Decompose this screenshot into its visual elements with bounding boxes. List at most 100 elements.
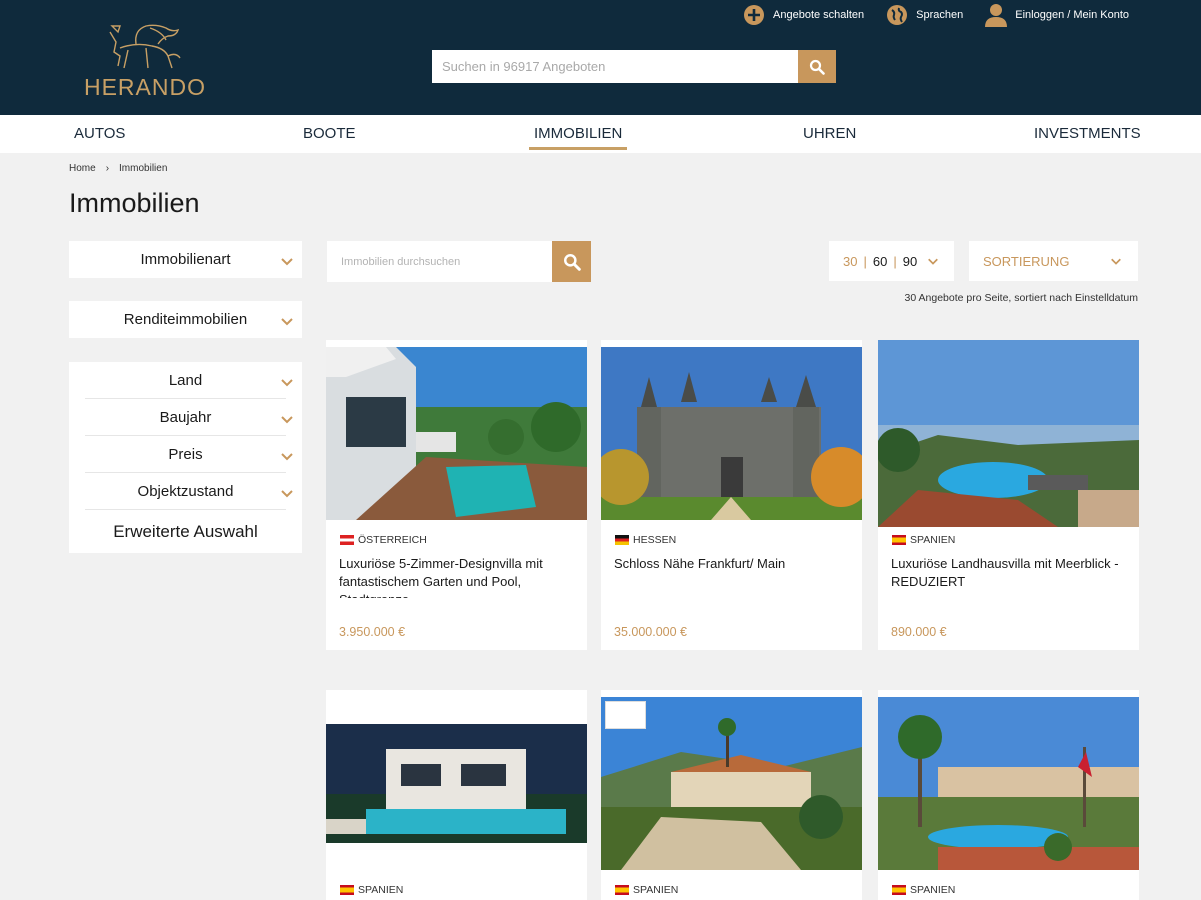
languages-link[interactable]: Sprachen bbox=[886, 4, 963, 26]
offer-listing-link[interactable]: Angebote schalten bbox=[743, 4, 864, 26]
filter-year-built[interactable]: Baujahr bbox=[85, 399, 293, 436]
filter-yield-row[interactable]: Renditeimmobilien bbox=[69, 301, 302, 338]
chevron-down-icon[interactable] bbox=[927, 255, 939, 267]
filter-year-built-label: Baujahr bbox=[159, 408, 212, 426]
nav-uhren[interactable]: UHREN bbox=[803, 125, 856, 142]
listing-title[interactable]: Luxuriöse 5-Zimmer-Designvilla mit fanta… bbox=[339, 555, 574, 598]
languages-label: Sprachen bbox=[916, 9, 964, 21]
listing-country: SPANIEN bbox=[615, 884, 678, 896]
per-page-60[interactable]: 60 bbox=[873, 254, 887, 269]
per-page-selector: 30 | 60 | 90 bbox=[829, 241, 954, 281]
global-search-button[interactable] bbox=[798, 50, 836, 83]
spain-flag-icon bbox=[892, 885, 906, 895]
search-icon bbox=[809, 59, 825, 75]
listing-card[interactable]: SPANIEN Luxuriöse Landhausvilla mit Meer… bbox=[878, 340, 1139, 650]
filter-condition-label: Objektzustand bbox=[137, 482, 234, 500]
chevron-down-icon bbox=[281, 318, 293, 326]
listing-card[interactable]: HESSEN Schloss Nähe Frankfurt/ Main 35.0… bbox=[601, 340, 862, 650]
listing-country-label: SPANIEN bbox=[633, 884, 679, 896]
filter-price[interactable]: Preis bbox=[85, 436, 293, 473]
listing-country-label: SPANIEN bbox=[910, 534, 956, 546]
breadcrumb-separator-icon: › bbox=[105, 163, 110, 174]
breadcrumb: Home › Immobilien bbox=[69, 163, 167, 174]
listing-image[interactable] bbox=[878, 697, 1139, 870]
header: HERANDO Angebote schalten Sprachen Einlo… bbox=[0, 0, 1201, 115]
login-link[interactable]: Einloggen / Mein Konto bbox=[985, 4, 1129, 27]
chevron-down-icon bbox=[281, 490, 293, 498]
listing-image[interactable] bbox=[326, 347, 587, 520]
listing-country: ÖSTERREICH bbox=[340, 534, 427, 546]
nav-investments[interactable]: INVESTMENTS bbox=[1034, 125, 1141, 142]
listing-image[interactable] bbox=[878, 340, 1139, 527]
chevron-down-icon bbox=[1111, 258, 1121, 265]
listing-country-label: SPANIEN bbox=[358, 884, 404, 896]
filter-country[interactable]: Land bbox=[85, 362, 293, 399]
listing-card[interactable]: SPANIEN bbox=[878, 690, 1139, 900]
main-nav: AUTOS BOOTE IMMOBILIEN UHREN INVESTMENTS bbox=[0, 115, 1201, 153]
listing-country: HESSEN bbox=[615, 534, 676, 546]
top-links: Angebote schalten Sprachen Einloggen / M… bbox=[743, 4, 1129, 27]
search-icon bbox=[563, 253, 581, 271]
herando-logo[interactable]: HERANDO bbox=[80, 22, 210, 102]
listing-search bbox=[327, 241, 591, 282]
page-title: Immobilien bbox=[69, 188, 200, 218]
per-page-90[interactable]: 90 bbox=[903, 254, 917, 269]
listing-country: SPANIEN bbox=[892, 884, 955, 896]
listing-price: 35.000.000 € bbox=[614, 625, 687, 639]
chevron-down-icon bbox=[281, 379, 293, 387]
spain-flag-icon bbox=[340, 885, 354, 895]
login-label: Einloggen / Mein Konto bbox=[1015, 9, 1129, 21]
listing-image[interactable] bbox=[326, 724, 587, 843]
per-page-divider: | bbox=[893, 253, 897, 269]
breadcrumb-current: Immobilien bbox=[119, 163, 168, 174]
nav-immobilien[interactable]: IMMOBILIEN bbox=[528, 125, 628, 150]
nav-boote[interactable]: BOOTE bbox=[303, 125, 356, 142]
listing-country-label: ÖSTERREICH bbox=[358, 534, 427, 546]
listing-search-button[interactable] bbox=[552, 241, 591, 282]
filter-price-label: Preis bbox=[168, 445, 203, 463]
filter-yield[interactable]: Renditeimmobilien bbox=[69, 301, 302, 338]
listing-country-label: SPANIEN bbox=[910, 884, 956, 896]
per-page-30[interactable]: 30 bbox=[843, 254, 857, 269]
listing-price: 3.950.000 € bbox=[339, 625, 406, 639]
listing-image[interactable] bbox=[601, 347, 862, 520]
austria-flag-icon bbox=[340, 535, 354, 545]
listing-card[interactable]: SPANIEN bbox=[326, 690, 587, 900]
spain-flag-icon bbox=[615, 885, 629, 895]
germany-flag-icon bbox=[615, 535, 629, 545]
listing-title[interactable]: Schloss Nähe Frankfurt/ Main bbox=[614, 555, 849, 589]
nav-autos[interactable]: AUTOS bbox=[74, 125, 125, 142]
agency-logo bbox=[605, 701, 646, 729]
griffin-logo-icon bbox=[109, 24, 181, 69]
globe-icon bbox=[886, 4, 908, 26]
chevron-down-icon bbox=[281, 416, 293, 424]
filter-group: Land Baujahr Preis Objektzustand Erweite… bbox=[69, 362, 302, 553]
listing-card[interactable]: SPANIEN bbox=[601, 690, 862, 900]
global-search-input[interactable] bbox=[432, 50, 798, 83]
global-search bbox=[432, 50, 836, 83]
user-icon bbox=[985, 4, 1008, 27]
listing-image[interactable] bbox=[601, 697, 862, 870]
chevron-down-icon bbox=[281, 258, 293, 266]
sort-dropdown[interactable]: SORTIERUNG bbox=[969, 241, 1138, 281]
sort-info: 30 Angebote pro Seite, sortiert nach Ein… bbox=[904, 292, 1138, 304]
listing-title[interactable]: Luxuriöse Landhausvilla mit Meerblick - … bbox=[891, 555, 1126, 589]
filter-property-type[interactable]: Immobilienart bbox=[69, 241, 302, 278]
listing-country: SPANIEN bbox=[892, 534, 955, 546]
filter-property-type-row[interactable]: Immobilienart bbox=[69, 241, 302, 278]
listing-search-input[interactable] bbox=[327, 241, 552, 282]
spain-flag-icon bbox=[892, 535, 906, 545]
listing-card[interactable]: ÖSTERREICH Luxuriöse 5-Zimmer-Designvill… bbox=[326, 340, 587, 650]
plus-circle-icon bbox=[743, 4, 765, 26]
per-page-divider: | bbox=[863, 253, 867, 269]
listing-price: 890.000 € bbox=[891, 625, 947, 639]
logo-text: HERANDO bbox=[83, 74, 206, 100]
breadcrumb-home[interactable]: Home bbox=[69, 163, 96, 174]
filter-country-label: Land bbox=[168, 371, 203, 389]
filter-yield-label: Renditeimmobilien bbox=[123, 311, 248, 328]
advanced-filter-link[interactable]: Erweiterte Auswahl bbox=[69, 510, 302, 553]
filter-condition[interactable]: Objektzustand bbox=[85, 473, 293, 510]
sort-label: SORTIERUNG bbox=[983, 253, 1070, 269]
chevron-down-icon bbox=[281, 453, 293, 461]
offer-listing-label: Angebote schalten bbox=[773, 9, 865, 21]
